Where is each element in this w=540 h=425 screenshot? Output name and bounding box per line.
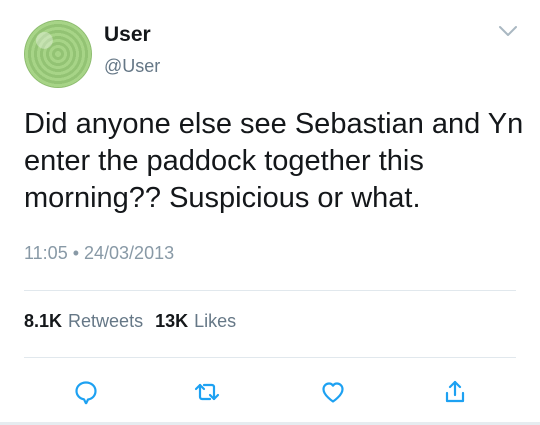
tweet-text: Did anyone else see Sebastian and Yn ent… [24, 108, 524, 214]
retweet-button[interactable] [192, 377, 222, 407]
action-bar [0, 377, 540, 407]
author-name[interactable]: User [104, 24, 151, 45]
likes-label[interactable]: Likes [194, 311, 236, 331]
share-icon [445, 380, 465, 403]
chevron-down-icon[interactable] [498, 24, 518, 38]
tweet-timestamp[interactable]: 11:05 • 24/03/2013 [24, 244, 174, 262]
author-handle[interactable]: @User [104, 57, 160, 75]
tweet-stats: 8.1K Retweets 13K Likes [24, 312, 248, 330]
share-button[interactable] [440, 377, 470, 407]
likes-count[interactable]: 13K [155, 311, 188, 331]
retweet-icon [194, 383, 220, 401]
divider [24, 290, 516, 291]
reply-button[interactable] [71, 377, 101, 407]
retweets-label[interactable]: Retweets [68, 311, 143, 331]
reply-icon [75, 381, 97, 405]
heart-icon [322, 382, 344, 403]
divider [24, 357, 516, 358]
like-button[interactable] [318, 377, 348, 407]
retweets-count[interactable]: 8.1K [24, 311, 62, 331]
avatar[interactable] [24, 20, 92, 88]
